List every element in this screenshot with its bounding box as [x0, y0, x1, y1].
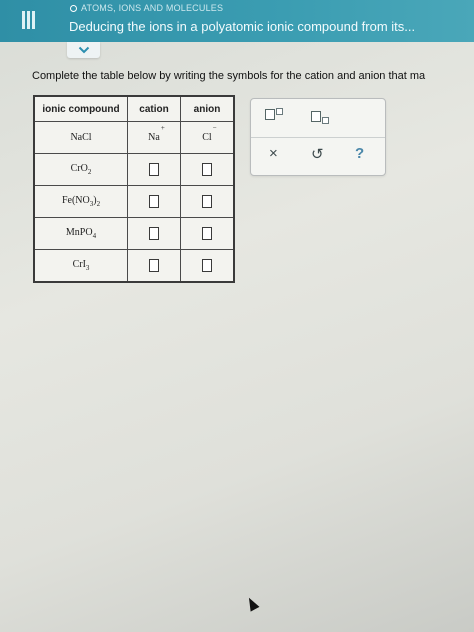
toolbar-divider: [251, 137, 385, 138]
subscript-box-icon: [311, 111, 321, 122]
compound-cell: MnPO4: [33, 217, 128, 250]
anion-cell: [180, 185, 235, 218]
collapse-header-button[interactable]: [67, 42, 100, 58]
compound-cell: CrI3: [33, 249, 128, 283]
breadcrumb: ATOMS, IONS AND MOLECULES: [70, 3, 223, 13]
column-header-cation: cation: [127, 95, 181, 122]
anion-cell: [180, 217, 235, 250]
anion-input-box[interactable]: [202, 259, 212, 272]
anion-cell: Cl −: [180, 121, 235, 154]
anion-answer: Cl −: [202, 124, 217, 143]
column-header-compound: ionic compound: [33, 95, 128, 122]
cation-answer: Na +: [148, 124, 165, 143]
table-row: Fe(NO3)2: [33, 185, 235, 218]
superscript-button[interactable]: [265, 107, 283, 120]
cation-input-box[interactable]: [149, 227, 159, 240]
superscript-box-icon: [265, 109, 275, 120]
question-instructions: Complete the table below by writing the …: [32, 70, 426, 82]
ions-table: ionic compound cation anion NaCl Na + Cl −…: [33, 95, 235, 283]
help-button[interactable]: ?: [355, 145, 364, 162]
cation-cell: [127, 249, 181, 283]
cation-cell: [127, 185, 181, 218]
table-row: NaCl Na + Cl −: [33, 121, 235, 154]
cation-cell: Na +: [127, 121, 181, 154]
compound-cell: CrO2: [33, 153, 128, 186]
breadcrumb-label: ATOMS, IONS AND MOLECULES: [81, 3, 224, 13]
menu-icon[interactable]: [18, 9, 38, 31]
table-header-row: ionic compound cation anion: [33, 95, 235, 122]
anion-cell: [180, 153, 235, 186]
anion-input-box[interactable]: [202, 227, 212, 240]
cation-input-box[interactable]: [149, 163, 159, 176]
compound-cell: Fe(NO3)2: [33, 185, 128, 218]
page-title: Deducing the ions in a polyatomic ionic …: [69, 19, 416, 34]
compound-cell: NaCl: [33, 121, 128, 154]
table-row: CrI3: [33, 249, 235, 283]
mouse-cursor-icon: [244, 595, 260, 612]
undo-button[interactable]: ↺: [311, 145, 324, 163]
subscript-button[interactable]: [311, 109, 329, 124]
anion-input-box[interactable]: [202, 163, 212, 176]
table-row: CrO2: [33, 153, 235, 186]
anion-cell: [180, 249, 235, 283]
anion-input-box[interactable]: [202, 195, 212, 208]
anion-charge: −: [212, 124, 217, 132]
progress-circle-icon: [70, 4, 77, 12]
column-header-anion: anion: [180, 95, 235, 122]
cation-cell: [127, 153, 181, 186]
cation-cell: [127, 217, 181, 250]
top-header-bar: ATOMS, IONS AND MOLECULES Deducing the i…: [0, 0, 474, 42]
clear-button[interactable]: ×: [269, 145, 278, 162]
chevron-down-icon: [78, 46, 89, 54]
answer-toolbar: × ↺ ?: [250, 98, 386, 176]
table-row: MnPO4: [33, 217, 235, 250]
compound-formula: NaCl: [70, 132, 92, 143]
cation-input-box[interactable]: [149, 259, 159, 272]
cation-charge: +: [160, 124, 165, 132]
cation-input-box[interactable]: [149, 195, 159, 208]
